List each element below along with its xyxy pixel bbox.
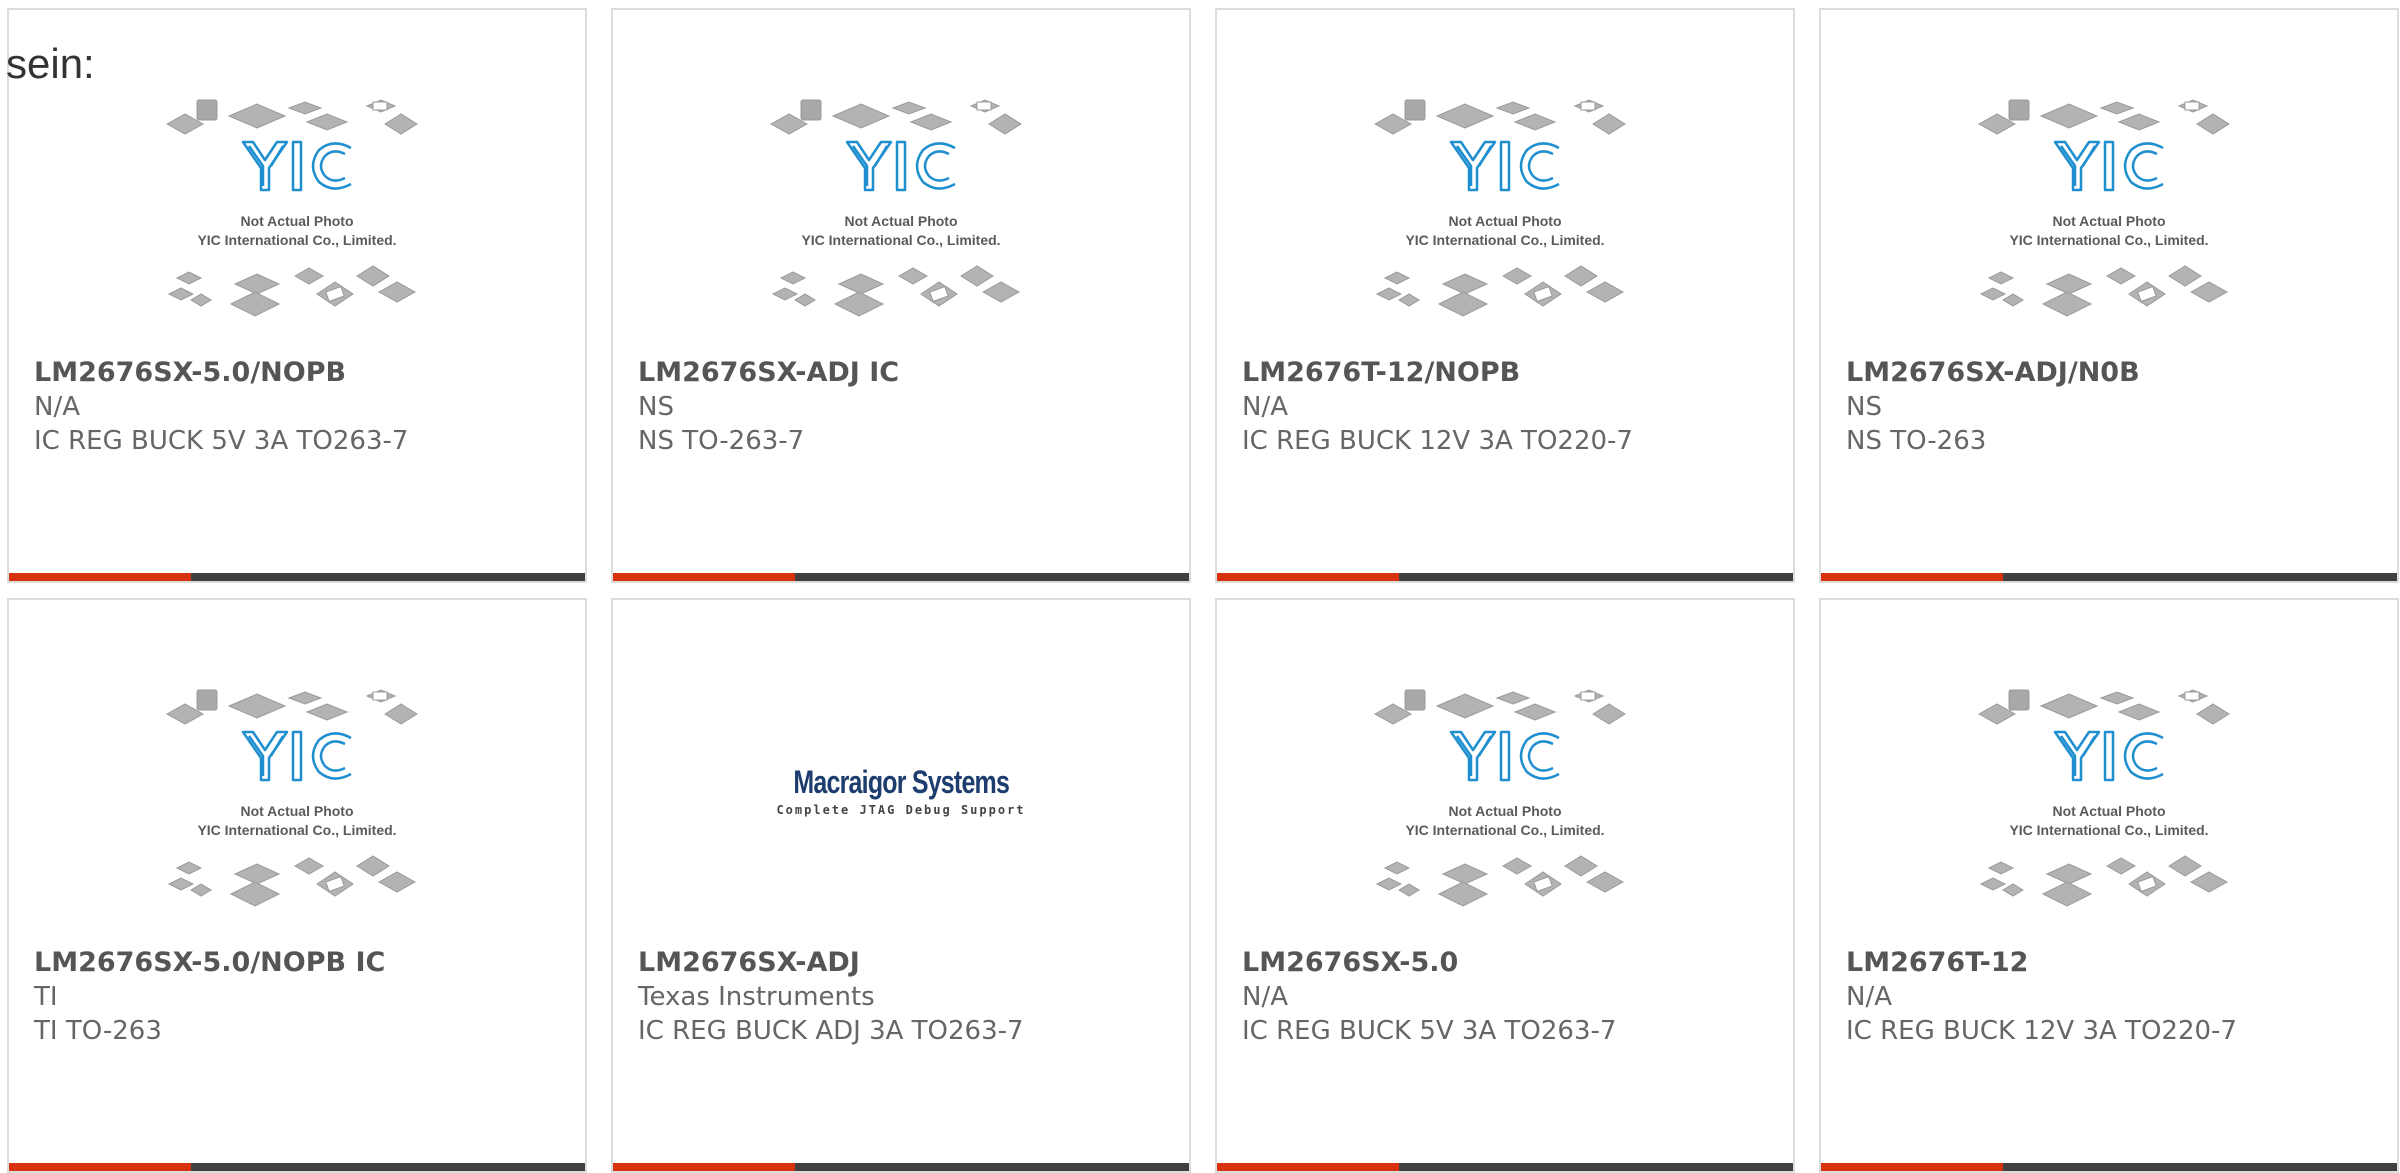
product-part-number[interactable]: LM2676SX-ADJ/N0B (1846, 355, 2387, 390)
product-card[interactable]: Macraigor Systems Complete JTAG Debug Sup… (611, 598, 1191, 1173)
lead-text: sein: (6, 40, 95, 87)
product-image[interactable]: Not Actual Photo YIC International Co., … (613, 94, 1189, 354)
product-card[interactable]: Not Actual Photo YIC International Co., … (1215, 598, 1795, 1173)
placeholder-line1: Not Actual Photo (2052, 803, 2165, 819)
product-part-number[interactable]: LM2676SX-5.0/NOPB (34, 355, 575, 390)
placeholder-line2: YIC International Co., Limited. (801, 232, 1000, 248)
card-bottom-bar-accent (613, 1163, 795, 1171)
product-image[interactable]: Macraigor Systems Complete JTAG Debug Sup… (613, 684, 1189, 944)
product-info: LM2676SX-ADJ Texas Instruments IC REG BUCK… (638, 945, 1179, 1048)
product-image[interactable]: Not Actual Photo YIC International Co., … (1217, 684, 1793, 944)
card-bottom-bar-accent (9, 573, 191, 581)
placeholder-line2: YIC International Co., Limited. (2009, 232, 2208, 248)
product-card[interactable]: Not Actual Photo YIC International Co., … (611, 8, 1191, 583)
product-info: LM2676SX-5.0/NOPB N/A IC REG BUCK 5V 3A TO… (34, 355, 575, 458)
product-card[interactable]: Not Actual Photo YIC International Co., … (7, 598, 587, 1173)
card-bottom-bar-accent (9, 1163, 191, 1171)
card-bottom-bar (9, 573, 585, 581)
product-description: IC REG BUCK 5V 3A TO263-7 (34, 426, 409, 456)
product-card[interactable]: Not Actual Photo YIC International Co., … (7, 8, 587, 583)
yic-placeholder-image: Not Actual Photo YIC International Co., … (1977, 689, 2230, 907)
card-bottom-bar-accent (1217, 1163, 1399, 1171)
product-image[interactable]: Not Actual Photo YIC International Co., … (9, 684, 585, 944)
product-manufacturer: N/A (1242, 392, 1288, 422)
product-image[interactable]: Not Actual Photo YIC International Co., … (1217, 94, 1793, 354)
card-bottom-bar (613, 1163, 1189, 1171)
product-info: LM2676SX-5.0/NOPB IC TI TI TO-263 (34, 945, 575, 1048)
macraigor-logo: Macraigor Systems Complete JTAG Debug Sup… (613, 684, 1189, 817)
product-part-number[interactable]: LM2676SX-5.0 (1242, 945, 1783, 980)
card-bottom-bar (1821, 1163, 2397, 1171)
macraigor-logo-title: Macraigor Systems (793, 764, 1009, 800)
card-bottom-bar (613, 573, 1189, 581)
card-bottom-bar (1821, 573, 2397, 581)
product-part-number[interactable]: LM2676SX-ADJ (638, 945, 1179, 980)
product-info: LM2676SX-ADJ/N0B NS NS TO-263 (1846, 355, 2387, 458)
product-card[interactable]: Not Actual Photo YIC International Co., … (1215, 8, 1795, 583)
product-manufacturer: Texas Instruments (638, 982, 875, 1012)
card-bottom-bar (1217, 1163, 1793, 1171)
placeholder-line2: YIC International Co., Limited. (1405, 232, 1604, 248)
product-part-number[interactable]: LM2676T-12 (1846, 945, 2387, 980)
product-image[interactable]: Not Actual Photo YIC International Co., … (1821, 684, 2397, 944)
placeholder-line1: Not Actual Photo (1448, 803, 1561, 819)
product-description: IC REG BUCK ADJ 3A TO263-7 (638, 1016, 1024, 1046)
card-bottom-bar-accent (1217, 573, 1399, 581)
product-description: IC REG BUCK 12V 3A TO220-7 (1846, 1016, 2237, 1046)
product-image[interactable]: Not Actual Photo YIC International Co., … (9, 94, 585, 354)
product-description: TI TO-263 (34, 1016, 162, 1046)
product-manufacturer: N/A (34, 392, 80, 422)
product-manufacturer: NS (1846, 392, 1882, 422)
placeholder-line1: Not Actual Photo (240, 213, 353, 229)
product-info: LM2676SX-ADJ IC NS NS TO-263-7 (638, 355, 1179, 458)
product-card[interactable]: Not Actual Photo YIC International Co., … (1819, 8, 2399, 583)
card-bottom-bar-accent (613, 573, 795, 581)
product-description: IC REG BUCK 12V 3A TO220-7 (1242, 426, 1633, 456)
placeholder-line2: YIC International Co., Limited. (2009, 822, 2208, 838)
yic-placeholder-image: Not Actual Photo YIC International Co., … (165, 99, 418, 317)
placeholder-line2: YIC International Co., Limited. (197, 232, 396, 248)
placeholder-line2: YIC International Co., Limited. (1405, 822, 1604, 838)
yic-placeholder-image: Not Actual Photo YIC International Co., … (1977, 99, 2230, 317)
product-manufacturer: N/A (1242, 982, 1288, 1012)
product-info: LM2676T-12/NOPB N/A IC REG BUCK 12V 3A TO2… (1242, 355, 1783, 458)
yic-placeholder-image: Not Actual Photo YIC International Co., … (1373, 99, 1626, 317)
product-manufacturer: TI (34, 982, 58, 1012)
placeholder-line2: YIC International Co., Limited. (197, 822, 396, 838)
card-bottom-bar (9, 1163, 585, 1171)
product-description: NS TO-263-7 (638, 426, 805, 456)
yic-placeholder-image: Not Actual Photo YIC International Co., … (769, 99, 1022, 317)
product-part-number[interactable]: LM2676SX-ADJ IC (638, 355, 1179, 390)
placeholder-line1: Not Actual Photo (240, 803, 353, 819)
product-manufacturer: NS (638, 392, 674, 422)
yic-placeholder-image: Not Actual Photo YIC International Co., … (1373, 689, 1626, 907)
product-description: IC REG BUCK 5V 3A TO263-7 (1242, 1016, 1617, 1046)
yic-placeholder-image: Not Actual Photo YIC International Co., … (165, 689, 418, 907)
placeholder-line1: Not Actual Photo (2052, 213, 2165, 229)
card-bottom-bar (1217, 573, 1793, 581)
card-bottom-bar-accent (1821, 573, 2003, 581)
product-manufacturer: N/A (1846, 982, 1892, 1012)
product-part-number[interactable]: LM2676T-12/NOPB (1242, 355, 1783, 390)
product-image[interactable]: Not Actual Photo YIC International Co., … (1821, 94, 2397, 354)
product-part-number[interactable]: LM2676SX-5.0/NOPB IC (34, 945, 575, 980)
product-card[interactable]: Not Actual Photo YIC International Co., … (1819, 598, 2399, 1173)
product-description: NS TO-263 (1846, 426, 1987, 456)
macraigor-logo-subtitle: Complete JTAG Debug Support (776, 803, 1026, 817)
placeholder-line1: Not Actual Photo (1448, 213, 1561, 229)
product-info: LM2676SX-5.0 N/A IC REG BUCK 5V 3A TO263-7 (1242, 945, 1783, 1048)
card-bottom-bar-accent (1821, 1163, 2003, 1171)
product-info: LM2676T-12 N/A IC REG BUCK 12V 3A TO220-7 (1846, 945, 2387, 1048)
placeholder-line1: Not Actual Photo (844, 213, 957, 229)
